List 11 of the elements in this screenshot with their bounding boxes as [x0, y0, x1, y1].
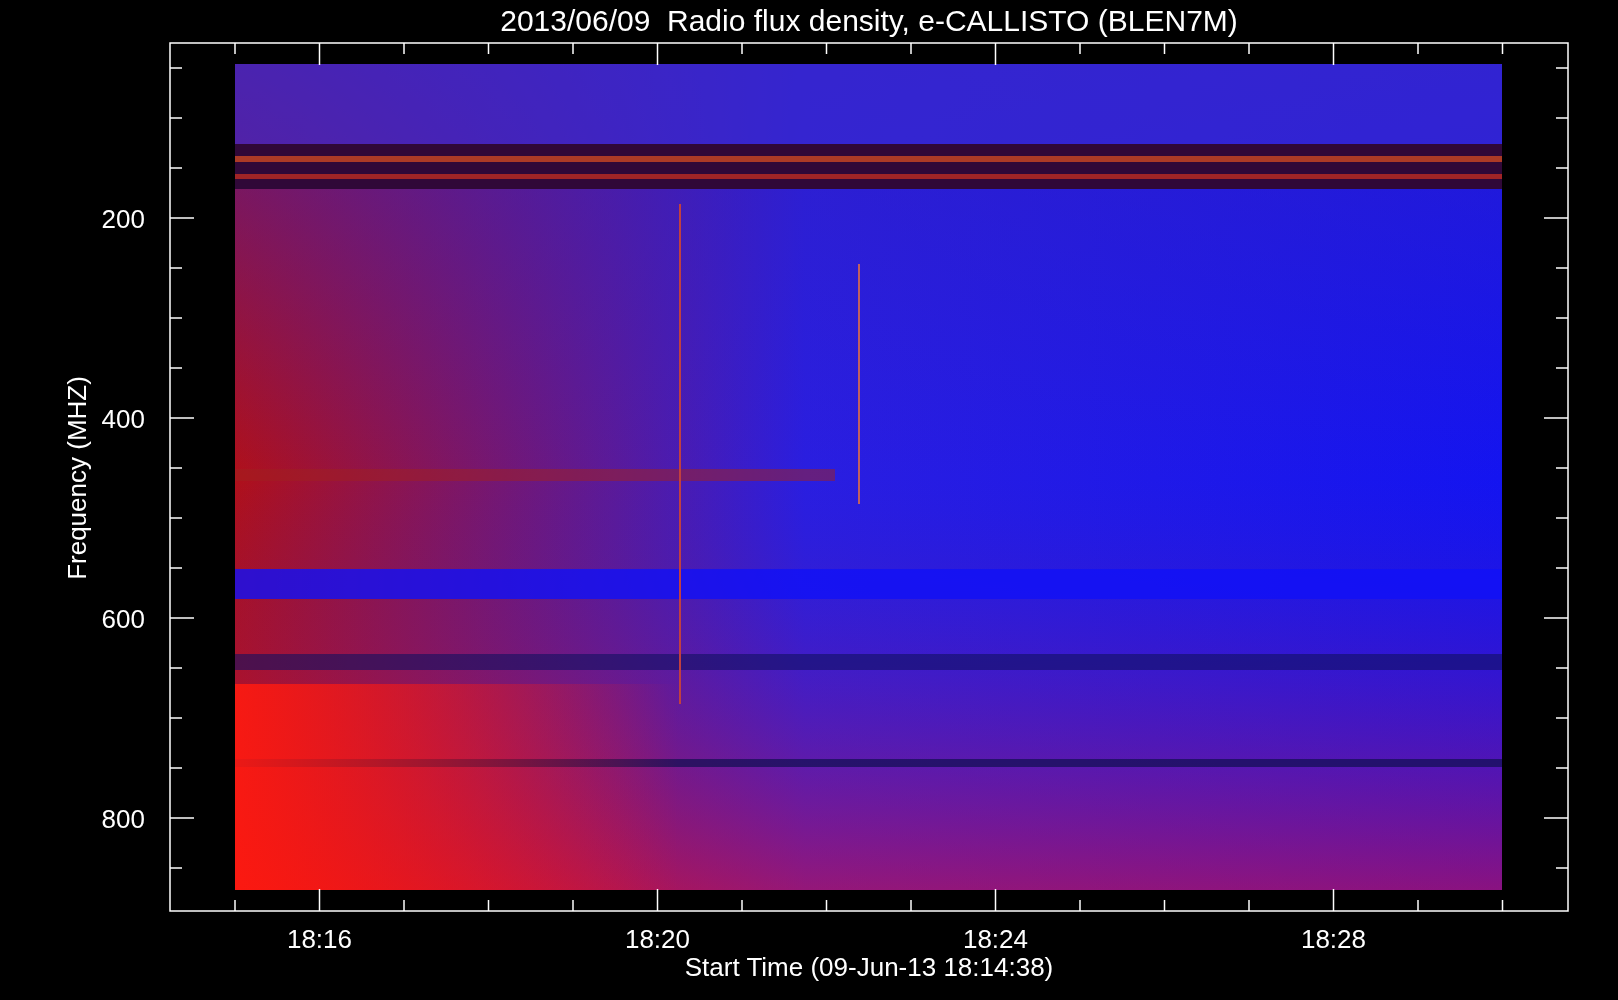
tick-label: 18:16: [286, 924, 353, 954]
tick-label: 18:28: [1300, 924, 1367, 954]
axis-label: Start Time (09-Jun-13 18:14:38): [684, 952, 1054, 982]
tick-label: 400: [101, 404, 145, 434]
tick-label: 18:24: [962, 924, 1029, 954]
tick-label: 600: [101, 604, 145, 634]
tick-label: 800: [101, 804, 145, 834]
plot-title: 2013/06/09 Radio flux density, e-CALLISTO (BLEN7M): [500, 4, 1238, 37]
tick-label: 200: [101, 204, 145, 234]
axis-label: Frequency (MHZ): [62, 376, 92, 580]
tick-label: 18:20: [624, 924, 691, 954]
